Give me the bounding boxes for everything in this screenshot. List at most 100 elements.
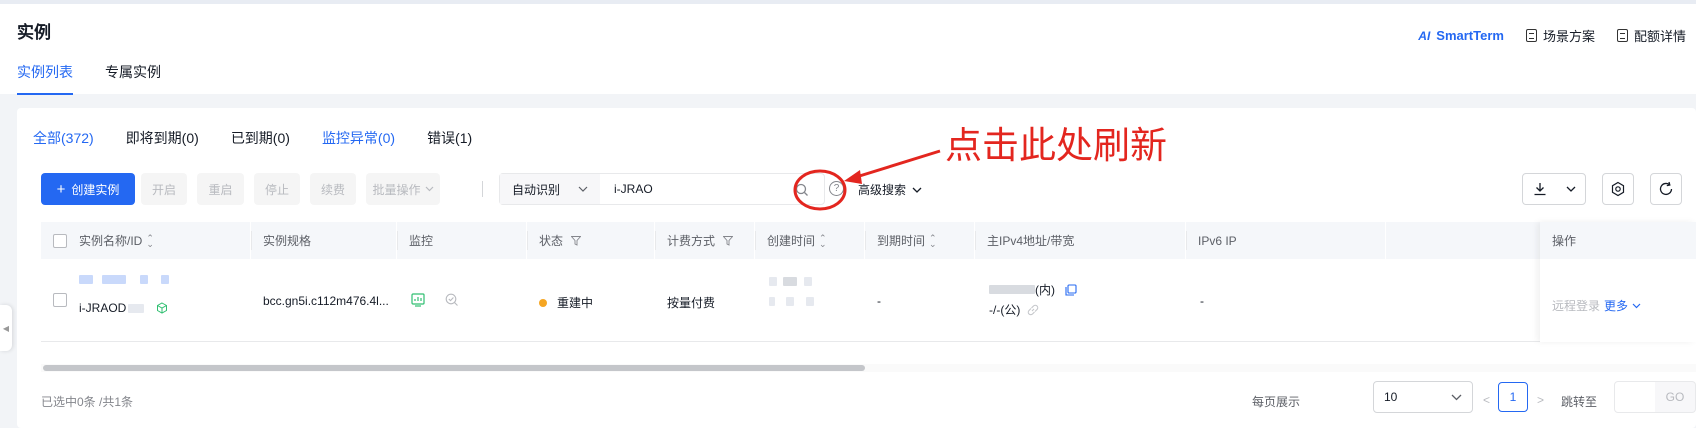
status-tab-all[interactable]: 全部(372) (33, 128, 94, 148)
table-row: i-JRAOD bcc.gn5i.c112m476.4l... 重建中 按量付费 (41, 259, 1696, 342)
toolbar-divider (482, 181, 483, 197)
restart-button[interactable]: 重启 (197, 173, 244, 205)
header-actions: AI SmartTerm 场景方案 配额详情 (1418, 26, 1686, 45)
go-button[interactable]: GO (1655, 381, 1696, 413)
ipv4-inner: (内) (989, 281, 1077, 298)
smartterm-label: SmartTerm (1436, 28, 1504, 43)
instance-id: i-JRAOD (79, 301, 168, 315)
refresh-button[interactable] (1650, 173, 1682, 205)
ipv4-public: -/-(公) (989, 301, 1040, 318)
instance-id-text: i-JRAOD (79, 301, 127, 315)
redacted-block (102, 275, 127, 284)
status-tab-error[interactable]: 错误(1) (427, 128, 472, 148)
instance-card: 全部(372) 即将到期(0) 已到期(0) 监控异常(0) 错误(1) + 创… (17, 108, 1696, 428)
batch-operation-label: 批量操作 (372, 182, 421, 197)
redacted-block (786, 297, 795, 306)
search-button[interactable] (792, 180, 812, 200)
redacted-block (161, 275, 170, 284)
create-instance-button[interactable]: + 创建实例 (41, 173, 135, 205)
select-all-checkbox[interactable] (53, 233, 67, 248)
col-name-header: 实例名称/ID ⌃ ⌄ (41, 222, 251, 259)
next-page-button[interactable]: > (1537, 393, 1544, 407)
status-tab-expiring[interactable]: 即将到期(0) (126, 128, 199, 148)
redacted-block (803, 277, 812, 286)
col-created-label: 创建时间 (767, 234, 816, 248)
col-ops-header: 操作 (1540, 222, 1696, 259)
page-1-button[interactable]: 1 (1498, 382, 1528, 412)
renew-button[interactable]: 续费 (310, 173, 356, 205)
col-status-label: 状态 (539, 234, 564, 248)
sort-icon[interactable]: ⌃ ⌄ (929, 233, 937, 248)
plus-icon: + (56, 180, 66, 198)
col-monitor-header: 监控 (397, 222, 527, 259)
col-spec-header: 实例规格 (251, 222, 397, 259)
advanced-search-toggle[interactable]: 高级搜索 (858, 181, 922, 198)
tab-dedicated-instance[interactable]: 专属实例 (105, 62, 161, 95)
page-header: 实例 AI SmartTerm 场景方案 配额详情 实例列表 专属实例 (0, 4, 1696, 95)
alarm-check-icon[interactable] (445, 293, 459, 307)
ipv4-inner-suffix: (内) (1035, 283, 1055, 297)
download-button[interactable] (1522, 173, 1586, 205)
ai-icon: AI (1418, 28, 1431, 43)
settings-button[interactable] (1602, 173, 1634, 205)
instance-name-link[interactable] (79, 273, 170, 287)
jump-page-input[interactable] (1614, 381, 1656, 413)
search-box: 自动识别 (499, 173, 825, 205)
search-input[interactable] (600, 174, 780, 204)
list-doc-icon (1616, 29, 1628, 42)
scrollbar-thumb[interactable] (43, 365, 865, 371)
operation-column: 操作 远程登录 更多 (1540, 222, 1696, 342)
filter-icon[interactable] (571, 235, 582, 246)
col-billing-header: 计费方式 (655, 222, 755, 259)
filter-icon[interactable] (723, 235, 734, 246)
redacted-block (79, 275, 93, 284)
redacted-block (989, 285, 1035, 294)
created-time (769, 275, 814, 309)
create-instance-label: 创建实例 (71, 182, 120, 197)
horizontal-scrollbar[interactable] (41, 364, 1696, 372)
document-icon (1525, 29, 1537, 42)
more-actions-label: 更多 (1604, 299, 1629, 313)
sort-icon[interactable]: ⌃ ⌄ (146, 233, 154, 248)
batch-operation-button[interactable]: 批量操作 (366, 173, 440, 205)
instance-table: 实例名称/ID ⌃ ⌄ 实例规格 监控 状态 计费方式 创建时间 ⌃ ⌄ 到期时… (41, 222, 1696, 344)
more-actions-link[interactable]: 更多 (1604, 297, 1641, 314)
smartterm-link[interactable]: AI SmartTerm (1418, 28, 1504, 43)
refresh-icon (1659, 181, 1673, 196)
col-expire-label: 到期时间 (877, 234, 926, 248)
config-detail-link[interactable]: 配额详情 (1616, 26, 1686, 45)
sort-icon[interactable]: ⌃ ⌄ (819, 233, 827, 248)
start-button[interactable]: 开启 (141, 173, 187, 205)
scenario-link[interactable]: 场景方案 (1525, 26, 1595, 45)
scenario-label: 场景方案 (1542, 29, 1595, 44)
help-icon[interactable]: ? (829, 181, 844, 196)
prev-page-button[interactable]: < (1483, 393, 1490, 407)
col-name-label: 实例名称/ID (79, 234, 143, 248)
remote-login-link[interactable]: 远程登录 (1552, 297, 1600, 314)
download-icon (1534, 183, 1545, 196)
chevron-down-icon (1566, 186, 1575, 192)
chevron-down-icon (425, 186, 433, 192)
status-tab-expired[interactable]: 已到期(0) (231, 128, 290, 148)
stop-button[interactable]: 停止 (254, 173, 300, 205)
side-collapse-handle[interactable]: ◀ (0, 305, 12, 351)
redacted-block (769, 277, 777, 286)
status-tab-monitor-abnormal[interactable]: 监控异常(0) (322, 128, 395, 148)
per-page-select[interactable]: 10 (1373, 381, 1473, 413)
link-icon[interactable] (1026, 303, 1040, 317)
chevron-down-icon (578, 186, 588, 192)
caret-left-icon: ◀ (2, 323, 10, 333)
row-checkbox[interactable] (53, 293, 67, 307)
search-mode-select[interactable]: 自动识别 (500, 174, 600, 204)
ipv6-value: - (1200, 294, 1204, 308)
col-billing-label: 计费方式 (667, 234, 716, 248)
tab-instance-list[interactable]: 实例列表 (17, 62, 73, 95)
col-created-header: 创建时间 ⌃ ⌄ (755, 222, 865, 259)
toolbar: + 创建实例 开启 重启 停止 续费 批量操作 自动识别 ? 高级搜索 (41, 173, 1696, 205)
col-expire-header: 到期时间 ⌃ ⌄ (865, 222, 975, 259)
col-ipv4-header: 主IPv4地址/带宽 (975, 222, 1186, 259)
col-status-header: 状态 (527, 222, 655, 259)
monitor-chart-icon[interactable] (411, 293, 425, 307)
redacted-block (139, 275, 148, 284)
copy-icon[interactable] (1065, 283, 1077, 296)
